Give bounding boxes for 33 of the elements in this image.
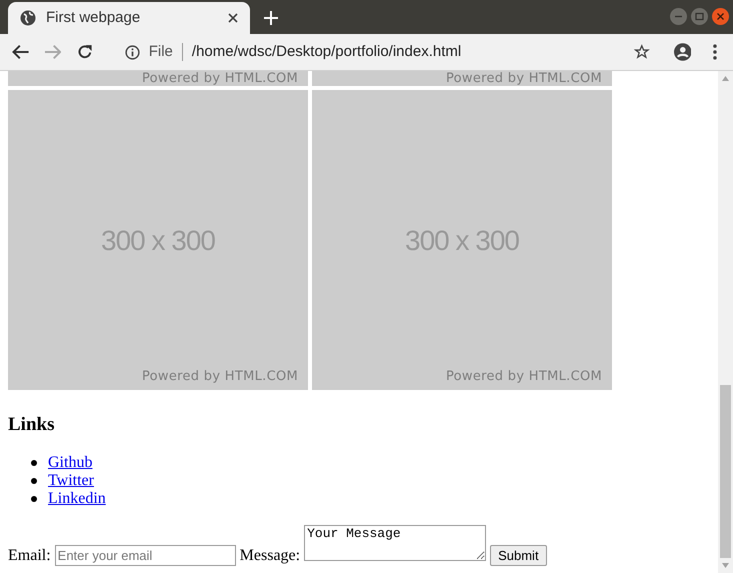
image-footer: Powered by HTML.COM — [446, 370, 602, 384]
link[interactable]: Linkedin — [48, 490, 106, 508]
url-text: /home/wdsc/Desktop/portfolio/index.html — [192, 42, 462, 62]
info-icon[interactable] — [124, 44, 140, 60]
account-icon[interactable] — [674, 43, 692, 61]
reload-icon[interactable] — [77, 44, 93, 60]
menu-icon[interactable] — [713, 44, 718, 60]
close-icon[interactable] — [712, 8, 729, 25]
message-label: Message: — [240, 547, 300, 565]
message-field[interactable]: Your Message — [304, 525, 486, 561]
submit-button[interactable]: Submit — [490, 545, 547, 566]
scrollbar-thumb[interactable] — [720, 385, 731, 558]
new-tab-icon[interactable] — [264, 11, 278, 25]
star-icon[interactable] — [634, 44, 650, 60]
scrollbar[interactable] — [718, 71, 733, 573]
image-footer: Powered by HTML.COM — [142, 370, 298, 384]
close-icon[interactable] — [228, 13, 238, 23]
maximize-icon[interactable] — [691, 8, 708, 25]
image-footer: Powered by HTML.COM — [446, 72, 602, 86]
email-label: Email: — [8, 547, 51, 565]
minimize-icon[interactable] — [670, 8, 687, 25]
email-field[interactable]: Enter your email — [54, 545, 236, 566]
bullet-icon — [31, 496, 37, 502]
tab-title: First webpage — [46, 8, 142, 28]
link[interactable]: Github — [48, 454, 92, 472]
bullet-icon — [31, 460, 37, 466]
back-arrow-icon[interactable] — [12, 44, 30, 60]
bullet-icon — [31, 478, 37, 484]
image-footer: Powered by HTML.COM — [142, 72, 298, 86]
link[interactable]: Twitter — [48, 472, 94, 490]
browser-tab[interactable]: First webpage — [8, 2, 250, 34]
links-heading: Links — [8, 414, 54, 436]
file-label: File — [148, 42, 173, 62]
